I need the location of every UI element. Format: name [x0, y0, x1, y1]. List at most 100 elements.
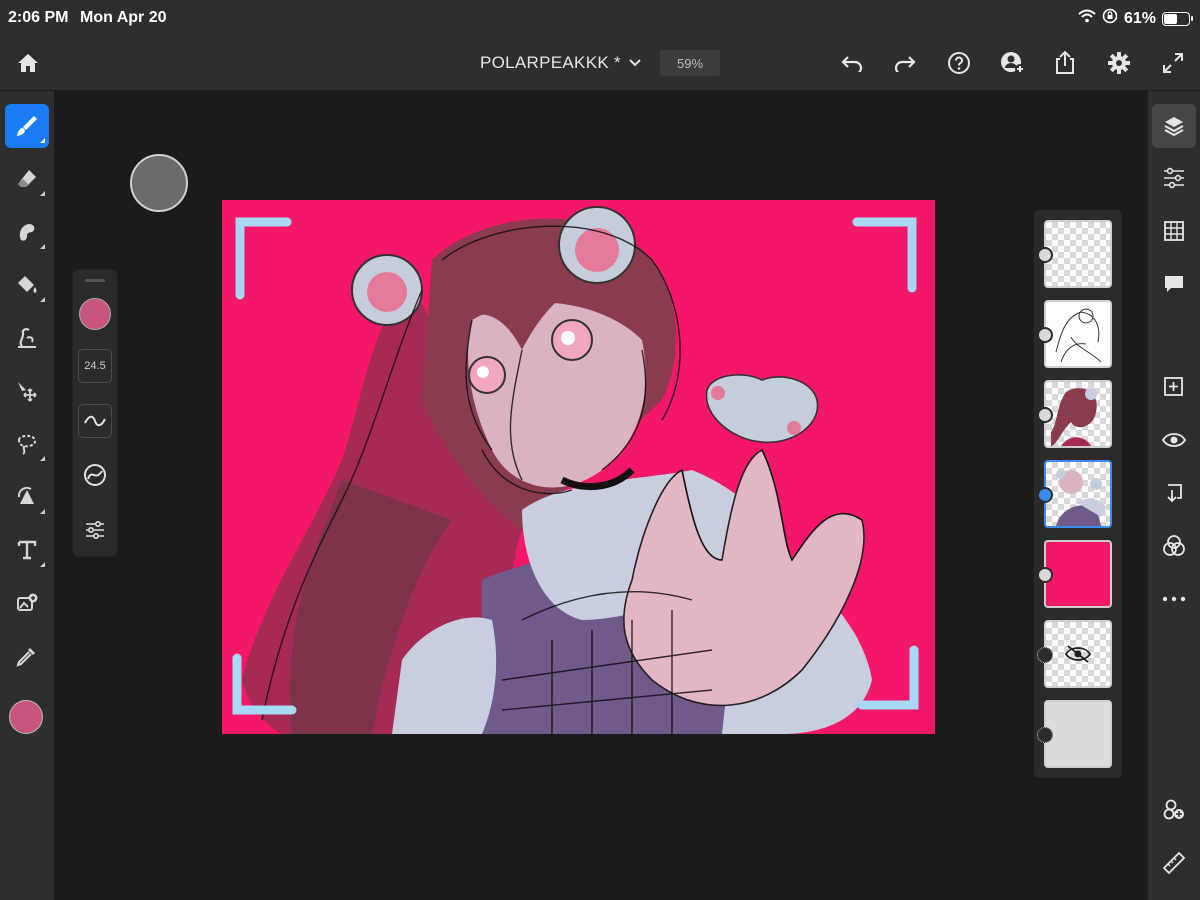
- smoothing-icon: [84, 415, 106, 427]
- layer-thumbnail-hidden[interactable]: [1044, 620, 1112, 688]
- tool-liquify[interactable]: [5, 316, 49, 360]
- brush-settings-panel: 24.5: [73, 270, 117, 556]
- tool-brush[interactable]: [5, 104, 49, 148]
- redo-icon: [894, 56, 916, 72]
- liquify-icon: [18, 328, 36, 348]
- layer-opacity-knob[interactable]: [1037, 487, 1053, 503]
- hidden-eye-icon: [1064, 645, 1092, 663]
- fullscreen-button[interactable]: [1158, 48, 1188, 78]
- tool-eyedropper[interactable]: [5, 634, 49, 678]
- layer-opacity-knob[interactable]: [1037, 247, 1053, 263]
- smudge-icon: [19, 224, 35, 241]
- invite-user-icon: [1001, 52, 1025, 74]
- layers-icon: [1164, 117, 1184, 137]
- brush-options-button[interactable]: [78, 513, 112, 547]
- lasso-icon: [17, 434, 37, 455]
- tool-place-image[interactable]: [5, 581, 49, 625]
- comments-icon: [1165, 276, 1183, 292]
- status-date: Mon Apr 20: [80, 9, 167, 26]
- battery-percent: 61%: [1123, 9, 1156, 27]
- layers-button[interactable]: [1152, 104, 1196, 148]
- home-button[interactable]: [13, 48, 43, 78]
- eraser-icon: [18, 170, 36, 187]
- eye-icon: [1162, 433, 1186, 447]
- tool-move[interactable]: [5, 369, 49, 413]
- undo-icon: [841, 56, 863, 72]
- battery-icon: [1162, 11, 1193, 26]
- adjustments-button[interactable]: [1152, 156, 1196, 200]
- merge-down-icon: [1167, 484, 1182, 503]
- transform-icon: [17, 486, 34, 504]
- help-icon: [948, 52, 970, 74]
- layer-opacity-knob[interactable]: [1037, 407, 1053, 423]
- brush-color-swatch[interactable]: [79, 298, 111, 330]
- layer-opacity-knob[interactable]: [1037, 567, 1053, 583]
- tool-transform[interactable]: [5, 475, 49, 519]
- layer-thumbnail[interactable]: [1044, 220, 1112, 288]
- ruler-icon: [1162, 851, 1186, 875]
- expand-icon: [1163, 53, 1183, 73]
- comments-button[interactable]: [1152, 262, 1196, 306]
- invite-button[interactable]: [998, 48, 1028, 78]
- layer-thumbnail[interactable]: [1044, 380, 1112, 448]
- layer-thumbnail[interactable]: [1044, 540, 1112, 608]
- artwork-illustration: [232, 206, 919, 734]
- adjustments-icon: [1164, 167, 1184, 189]
- grid-button[interactable]: [1152, 209, 1196, 253]
- share-icon: [1056, 51, 1074, 74]
- move-icon: [18, 382, 37, 402]
- effects-icon: [1163, 799, 1184, 820]
- tool-lasso[interactable]: [5, 422, 49, 466]
- layer-opacity-knob[interactable]: [1037, 647, 1053, 663]
- eyedropper-icon: [16, 648, 35, 667]
- gear-icon: [1108, 52, 1130, 74]
- brush-smoothing-button[interactable]: [78, 404, 112, 438]
- zoom-level[interactable]: 59%: [660, 50, 720, 76]
- document-title[interactable]: POLARPEAKKK *: [480, 53, 621, 73]
- share-button[interactable]: [1050, 48, 1080, 78]
- status-bar: 2:06 PM Mon Apr 20 61%: [0, 0, 1200, 36]
- title-dropdown-button[interactable]: [620, 48, 650, 78]
- undo-button[interactable]: [837, 48, 867, 78]
- brush-icon: [17, 116, 37, 136]
- redo-button[interactable]: [890, 48, 920, 78]
- more-button[interactable]: [1152, 577, 1196, 621]
- status-time: 2:06 PM: [8, 9, 69, 26]
- tool-text[interactable]: [5, 528, 49, 572]
- tool-smudge[interactable]: [5, 210, 49, 254]
- fill-icon: [18, 276, 37, 293]
- wifi-icon: [1078, 9, 1096, 28]
- merge-down-button[interactable]: [1152, 471, 1196, 515]
- sliders-icon: [86, 520, 104, 540]
- right-toolbar: [1148, 91, 1200, 900]
- left-toolbar: [0, 91, 54, 900]
- layer-thumbnail-selected[interactable]: [1044, 460, 1112, 528]
- visibility-button[interactable]: [1152, 418, 1196, 462]
- home-icon: [18, 54, 38, 72]
- text-icon: [17, 540, 37, 560]
- orientation-lock-icon: [1102, 8, 1118, 29]
- layer-thumbnail[interactable]: [1044, 700, 1112, 768]
- add-layer-icon: [1164, 377, 1183, 396]
- ruler-button[interactable]: [1152, 841, 1196, 885]
- place-image-icon: [17, 593, 38, 611]
- tool-eraser[interactable]: [5, 157, 49, 201]
- tool-fill[interactable]: [5, 263, 49, 307]
- more-icon: [1162, 596, 1186, 602]
- add-layer-button[interactable]: [1152, 365, 1196, 409]
- panel-drag-handle[interactable]: [85, 279, 105, 282]
- effects-button[interactable]: [1152, 788, 1196, 832]
- current-color-swatch[interactable]: [9, 700, 43, 734]
- status-right: 61%: [1078, 8, 1193, 29]
- pressure-button[interactable]: [78, 458, 112, 492]
- layer-opacity-knob[interactable]: [1037, 727, 1053, 743]
- layer-opacity-knob[interactable]: [1037, 327, 1053, 343]
- brush-size-control[interactable]: 24.5: [78, 349, 112, 383]
- settings-button[interactable]: [1104, 48, 1134, 78]
- blend-mode-button[interactable]: [1152, 524, 1196, 568]
- help-button[interactable]: [944, 48, 974, 78]
- blend-mode-icon: [1163, 535, 1185, 556]
- drawing-canvas[interactable]: [222, 200, 935, 734]
- brush-size-value: 24.5: [84, 360, 106, 372]
- layer-thumbnail[interactable]: [1044, 300, 1112, 368]
